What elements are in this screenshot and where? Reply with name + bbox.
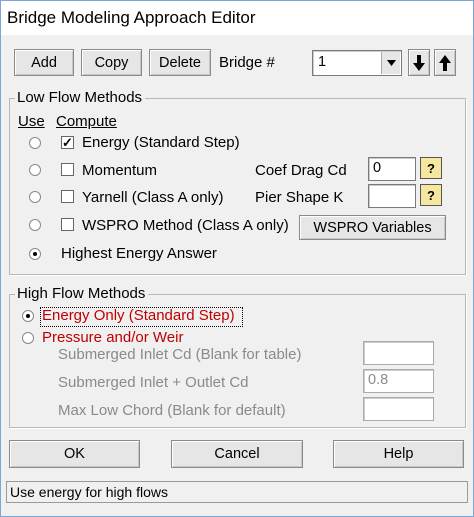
low-flow-group-title: Low Flow Methods: [15, 89, 146, 106]
submerged-inlet-label: Submerged Inlet Cd (Blank for table): [58, 346, 302, 363]
status-bar: Use energy for high flows: [6, 481, 468, 503]
pier-shape-help-button[interactable]: ?: [420, 184, 442, 206]
use-energy-radio[interactable]: [29, 137, 41, 149]
max-low-chord-label: Max Low Chord (Blank for default): [58, 402, 286, 419]
momentum-method-label: Momentum: [82, 162, 158, 179]
move-down-button[interactable]: [408, 49, 430, 76]
add-button[interactable]: Add: [14, 49, 74, 76]
wspro-variables-button[interactable]: WSPRO Variables: [299, 215, 446, 240]
pier-shape-label: Pier Shape K: [255, 189, 344, 206]
bridge-number-label: Bridge #: [219, 54, 275, 71]
pressure-weir-radio[interactable]: [22, 332, 34, 344]
compute-column-header: Compute: [56, 113, 117, 130]
move-up-button[interactable]: [434, 49, 456, 76]
energy-only-radio[interactable]: [22, 310, 34, 322]
compute-yarnell-checkbox[interactable]: [61, 190, 74, 203]
question-icon: ?: [427, 187, 435, 203]
title-bar: Bridge Modeling Approach Editor: [1, 1, 473, 35]
use-yarnell-radio[interactable]: [29, 191, 41, 203]
arrow-down-icon: [413, 54, 425, 71]
coef-drag-label: Coef Drag Cd: [255, 162, 347, 179]
arrow-up-icon: [439, 54, 451, 71]
submerged-inlet-input[interactable]: [363, 341, 434, 365]
dialog-window: Bridge Modeling Approach Editor Add Copy…: [0, 0, 474, 517]
use-highest-energy-radio[interactable]: [29, 248, 41, 260]
submerged-outlet-label: Submerged Inlet + Outlet Cd: [58, 374, 249, 391]
use-momentum-radio[interactable]: [29, 164, 41, 176]
window-title: Bridge Modeling Approach Editor: [7, 8, 256, 27]
bridge-number-select[interactable]: 1: [312, 50, 402, 76]
copy-button[interactable]: Copy: [81, 49, 142, 76]
delete-button[interactable]: Delete: [149, 49, 211, 76]
highest-energy-label: Highest Energy Answer: [61, 245, 217, 262]
pressure-weir-label: Pressure and/or Weir: [42, 329, 184, 346]
wspro-method-label: WSPRO Method (Class A only): [82, 217, 289, 234]
cancel-button[interactable]: Cancel: [171, 440, 303, 468]
high-flow-group-title: High Flow Methods: [15, 285, 149, 302]
help-button[interactable]: Help: [333, 440, 464, 468]
energy-method-label: Energy (Standard Step): [82, 134, 240, 151]
compute-energy-checkbox[interactable]: ✓: [61, 136, 74, 149]
energy-only-label: Energy Only (Standard Step): [42, 307, 235, 324]
compute-momentum-checkbox[interactable]: [61, 163, 74, 176]
use-wspro-radio[interactable]: [29, 219, 41, 231]
coef-drag-input[interactable]: 0: [368, 157, 416, 181]
chevron-down-icon[interactable]: [381, 52, 400, 74]
yarnell-method-label: Yarnell (Class A only): [82, 189, 224, 206]
coef-drag-help-button[interactable]: ?: [420, 157, 442, 179]
question-icon: ?: [427, 160, 435, 176]
compute-wspro-checkbox[interactable]: [61, 218, 74, 231]
pier-shape-input[interactable]: [368, 184, 416, 208]
ok-button[interactable]: OK: [9, 440, 140, 468]
use-column-header: Use: [18, 113, 45, 130]
max-low-chord-input[interactable]: [363, 397, 434, 421]
bridge-number-value: 1: [318, 54, 327, 70]
submerged-outlet-input[interactable]: 0.8: [363, 369, 434, 393]
